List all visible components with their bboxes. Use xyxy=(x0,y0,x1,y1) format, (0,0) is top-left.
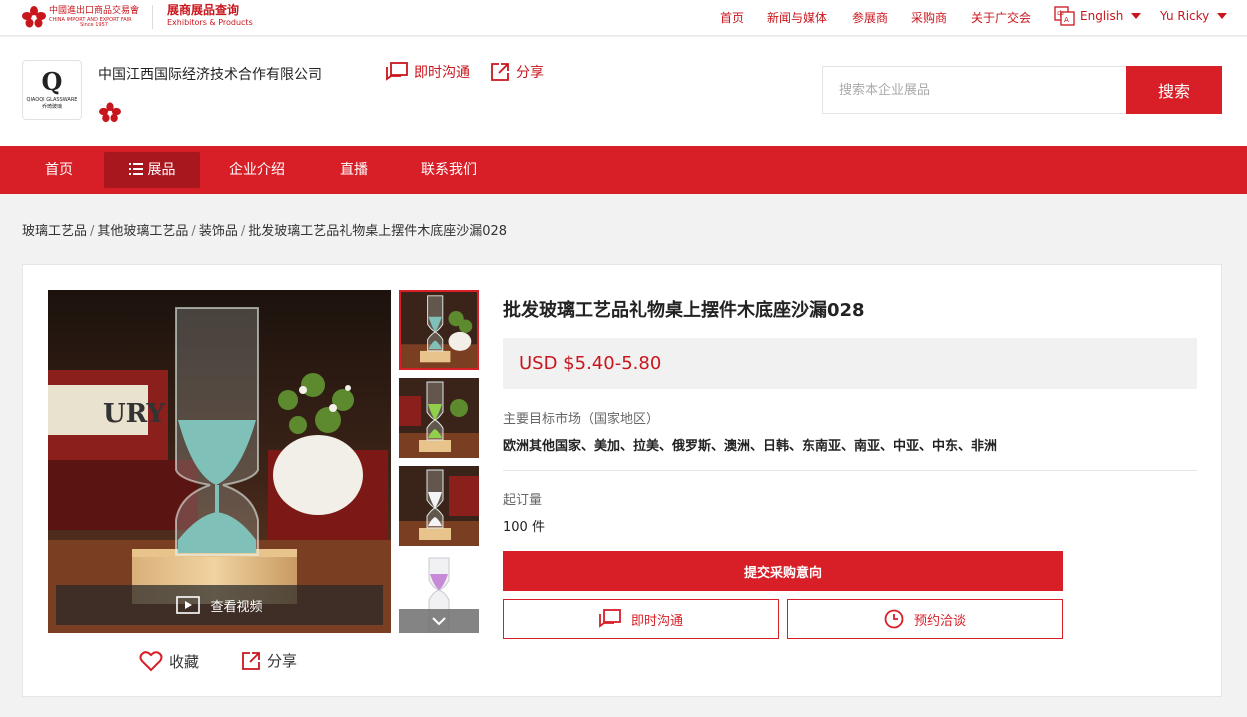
nav-item-home[interactable]: 首页 xyxy=(30,152,88,188)
main-nav: 首页 展品 企业介绍 直播 联系我们 xyxy=(0,146,1247,194)
nav-item-live[interactable]: 直播 xyxy=(325,152,383,188)
header-chat-label: 即时沟通 xyxy=(414,65,470,81)
search-field-wrapper xyxy=(822,66,1127,114)
nav-item-products[interactable]: 展品 xyxy=(104,152,200,188)
language-label: English xyxy=(1080,9,1124,23)
thumbnails-scroll-down-button[interactable] xyxy=(399,609,479,633)
logo-divider xyxy=(152,5,153,29)
site-title[interactable]: 展商展品查询 Exhibitors & Products xyxy=(167,4,253,27)
header-chat-button[interactable]: 即时沟通 xyxy=(386,62,470,82)
top-bar: 中國進出口商品交易會 CHINA IMPORT AND EXPORT FAIR … xyxy=(0,0,1247,36)
top-nav-news[interactable]: 新闻与媒体 xyxy=(767,9,827,26)
nav-item-products-label: 展品 xyxy=(147,162,176,178)
target-market-value: 欧洲其他国家、美加、拉美、俄罗斯、澳洲、日韩、东南亚、南亚、中亚、中东、非洲 xyxy=(503,439,998,454)
user-name: Yu Ricky xyxy=(1160,9,1210,23)
thumbnail-image xyxy=(401,292,477,368)
fair-name-cn: 中國進出口商品交易會 xyxy=(49,5,140,16)
canton-fair-badge-icon xyxy=(99,102,121,123)
site-title-en: Exhibitors & Products xyxy=(167,18,253,27)
product-thumbnail[interactable] xyxy=(399,290,479,370)
chevron-down-icon xyxy=(432,616,446,625)
company-logo-text-cn: 乔琦玻璃 xyxy=(41,104,62,110)
company-logo[interactable]: Q QIAOQI GLASSWARE 乔琦玻璃 xyxy=(22,60,82,120)
moq-label: 起订量 xyxy=(503,493,543,508)
top-nav-buyers[interactable]: 采购商 xyxy=(911,9,947,26)
favorite-label: 收藏 xyxy=(169,652,200,671)
product-price: USD $5.40-5.80 xyxy=(503,338,1197,389)
user-menu[interactable]: Yu Ricky xyxy=(1160,9,1228,23)
play-icon xyxy=(176,596,201,614)
breadcrumb-current: 批发玻璃工艺品礼物桌上摆件木底座沙漏028 xyxy=(248,224,508,239)
fair-since: Since 1957 xyxy=(80,21,108,28)
instant-chat-label: 即时沟通 xyxy=(630,613,683,629)
company-logo-mark: Q xyxy=(41,67,63,96)
company-name[interactable]: 中国江西国际经济技术合作有限公司 xyxy=(98,64,322,84)
product-share-button[interactable]: 分享 xyxy=(241,650,297,671)
breadcrumb: 玻璃工艺品 / 其他玻璃工艺品 / 装饰品 / 批发玻璃工艺品礼物桌上摆件木底座沙漏028 xyxy=(22,224,508,239)
product-main-image[interactable]: URY 查看视频 xyxy=(48,290,391,633)
site-title-cn: 展商展品查询 xyxy=(167,3,240,17)
hourglass-photo: URY xyxy=(48,290,391,633)
product-thumbnail[interactable] xyxy=(399,466,479,546)
svg-text:URY: URY xyxy=(103,399,165,429)
header-share-button[interactable]: 分享 xyxy=(490,62,544,82)
breadcrumb-item[interactable]: 玻璃工艺品 xyxy=(22,224,87,239)
language-icon: 中 A xyxy=(1054,6,1075,26)
chevron-down-icon xyxy=(1131,13,1142,19)
nav-item-about[interactable]: 企业介绍 xyxy=(214,152,300,188)
moq-value: 100 件 xyxy=(503,520,545,535)
submit-purchase-intent-button[interactable]: 提交采购意向 xyxy=(503,551,1063,591)
top-nav-exhibitors[interactable]: 参展商 xyxy=(852,9,888,26)
top-nav-about[interactable]: 关于广交会 xyxy=(971,9,1031,26)
divider xyxy=(503,470,1197,471)
header-share-label: 分享 xyxy=(516,65,544,81)
breadcrumb-item[interactable]: 其他玻璃工艺品 xyxy=(97,224,188,239)
view-video-button[interactable]: 查看视频 xyxy=(56,585,383,625)
target-market-label: 主要目标市场（国家地区） xyxy=(503,412,660,427)
heart-icon xyxy=(139,651,163,672)
thumbnail-image xyxy=(399,466,479,546)
chat-icon xyxy=(599,609,621,628)
book-meeting-button[interactable]: 预约洽谈 xyxy=(787,599,1063,639)
product-title: 批发玻璃工艺品礼物桌上摆件木底座沙漏028 xyxy=(503,300,865,321)
favorite-button[interactable]: 收藏 xyxy=(139,650,199,672)
canton-fair-flower-icon xyxy=(22,6,46,28)
product-share-label: 分享 xyxy=(267,652,298,670)
book-meeting-label: 预约洽谈 xyxy=(913,613,966,629)
clock-icon xyxy=(884,609,904,629)
view-video-label: 查看视频 xyxy=(210,599,263,615)
product-thumbnail[interactable] xyxy=(399,378,479,458)
nav-item-contact[interactable]: 联系我们 xyxy=(406,152,492,188)
search-button[interactable]: 搜索 xyxy=(1126,66,1222,114)
thumbnail-image xyxy=(399,378,479,458)
svg-text:中: 中 xyxy=(1057,9,1064,18)
share-icon xyxy=(242,651,260,670)
share-icon xyxy=(491,63,509,81)
top-nav-home[interactable]: 首页 xyxy=(720,9,744,26)
product-card: URY 查看视频 收藏 分享 批发玻璃工艺品礼物桌上摆件木底座沙漏028 USD… xyxy=(22,264,1222,697)
instant-chat-button[interactable]: 即时沟通 xyxy=(503,599,779,639)
search-input[interactable] xyxy=(823,67,1127,113)
list-icon xyxy=(128,162,143,175)
canton-fair-logo[interactable]: 中國進出口商品交易會 CHINA IMPORT AND EXPORT FAIR … xyxy=(22,4,139,30)
breadcrumb-item[interactable]: 装饰品 xyxy=(199,224,238,239)
chevron-down-icon xyxy=(1217,13,1228,19)
chat-icon xyxy=(386,62,408,81)
language-selector[interactable]: 中 A English xyxy=(1054,6,1142,26)
svg-text:A: A xyxy=(1064,16,1069,24)
company-header: Q QIAOQI GLASSWARE 乔琦玻璃 中国江西国际经济技术合作有限公司… xyxy=(0,37,1247,146)
